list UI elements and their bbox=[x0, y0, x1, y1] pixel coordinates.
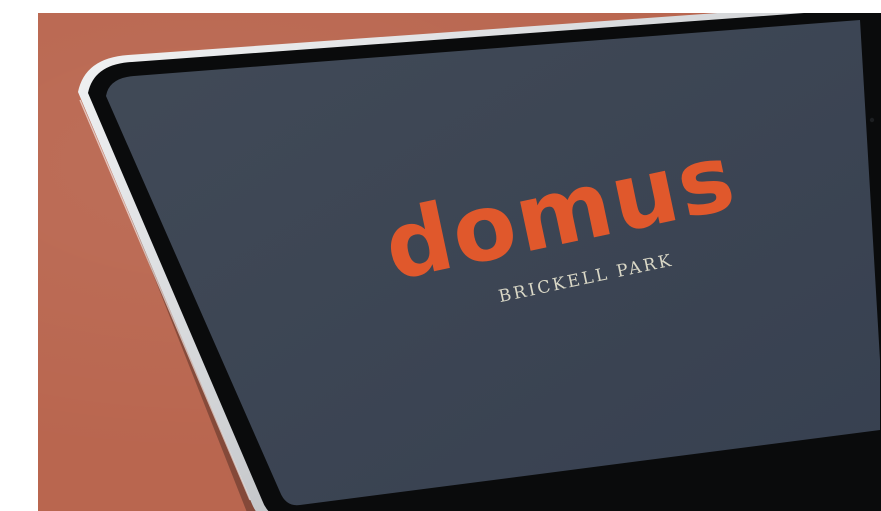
tablet-device-illustration: domus BRICKELL PARK bbox=[78, 13, 881, 511]
product-mockup-scene: domus BRICKELL PARK bbox=[0, 0, 881, 511]
camera-dot bbox=[869, 117, 875, 123]
